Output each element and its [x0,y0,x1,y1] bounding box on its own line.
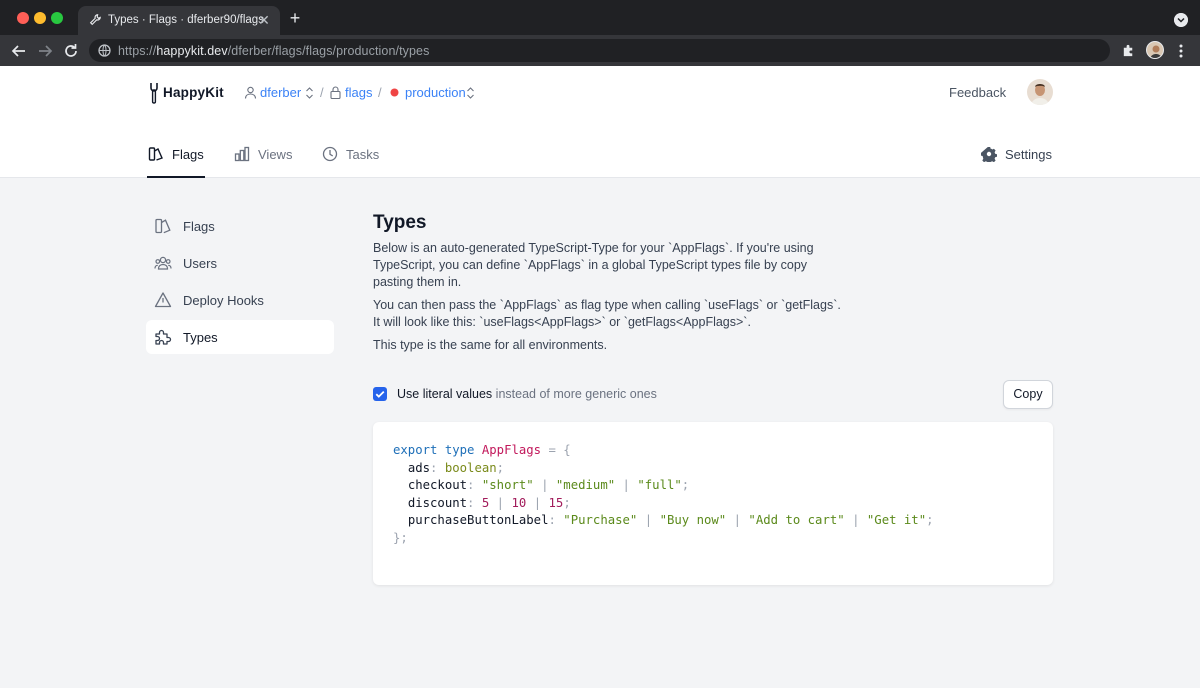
description-paragraph-line: pasting them in. [373,275,462,289]
lock-icon [330,86,341,99]
browser-tab-title: Types · Flags · dferber90/flags [108,14,264,26]
sidebar-item-label: Users [183,256,217,271]
back-arrow-icon[interactable] [9,41,29,61]
puzzle-icon [155,329,172,345]
clock-icon [322,146,338,162]
literal-values-label-rest: instead of more generic ones [492,387,657,401]
browser-toolbar: https://happykit.dev/dferber/flags/flags… [0,35,1200,66]
forward-arrow-icon[interactable] [35,41,55,61]
sidebar-item-label: Types [183,330,218,345]
profile-face-icon [1150,45,1162,58]
sidebar-item-types[interactable]: Types [146,320,334,354]
browser-titlebar: Types · Flags · dferber90/flags ✕ + [0,0,1200,35]
checkmark-icon [375,390,385,398]
sidebar-item-flags[interactable]: Flags [146,209,334,243]
new-tab-button[interactable]: + [286,9,304,27]
url-text: https://happykit.dev/dferber/flags/flags… [118,44,430,58]
tab-views[interactable]: Views [234,132,294,178]
environment-selector-chevron-icon[interactable] [466,86,475,100]
breadcrumb-owner[interactable]: dferber [260,85,301,100]
breadcrumb-environment[interactable]: production [405,85,466,100]
sidebar-item-deploy-hooks[interactable]: Deploy Hooks [146,283,334,317]
extensions-puzzle-icon[interactable] [1121,43,1136,58]
usage-paragraph-line: You can then pass the `AppFlags` as flag… [373,298,841,312]
breadcrumb-separator: / [378,85,382,100]
window-close-button[interactable] [17,12,29,24]
tab-tasks-label: Tasks [346,147,380,162]
flags-icon [155,218,171,234]
close-tab-icon[interactable]: ✕ [256,12,272,28]
description-paragraph-line: Below is an auto-generated TypeScript-Ty… [373,241,814,255]
warning-triangle-icon [154,292,172,308]
environment-note: This type is the same for all environmen… [373,338,608,352]
literal-values-checkbox[interactable] [373,387,387,401]
tab-flags-label: Flags [172,147,204,162]
type-definition-code: export type AppFlags = { ads: boolean; c… [393,443,934,545]
window-minimize-button[interactable] [34,12,46,24]
code-block[interactable]: export type AppFlags = { ads: boolean; c… [373,422,1053,585]
tab-tasks[interactable]: Tasks [322,132,382,178]
sidebar-item-users[interactable]: Users [146,246,334,280]
sidebar-item-label: Flags [183,219,215,234]
page-title: Types [373,212,427,233]
user-avatar[interactable] [1027,79,1053,105]
literal-values-label-strong: Use literal values [397,387,493,401]
avatar-face-icon [1031,84,1049,105]
sidebar-item-label: Deploy Hooks [183,293,264,308]
tab-settings-label: Settings [1005,147,1052,162]
main-tabs: Flags Views Tasks Settings [0,132,1200,178]
tab-settings[interactable]: Settings [981,132,1053,178]
logo-text: HappyKit [163,85,224,100]
flags-icon [148,147,163,161]
address-bar[interactable]: https://happykit.dev/dferber/flags/flags… [89,39,1110,62]
breadcrumb-project[interactable]: flags [345,85,372,100]
description-paragraph-line: TypeScript, you can define `AppFlags` in… [373,258,808,272]
bar-chart-icon [234,146,250,162]
users-icon [154,256,172,270]
gear-icon [981,147,997,162]
browser-menu-icon[interactable] [1176,43,1186,59]
tab-flags[interactable]: Flags [147,132,205,178]
owner-selector-chevron-icon[interactable] [305,86,314,100]
browser-tab[interactable]: Types · Flags · dferber90/flags ✕ [78,6,280,35]
window-zoom-button[interactable] [51,12,63,24]
literal-values-label[interactable]: Use literal values instead of more gener… [397,387,657,401]
reload-icon[interactable] [61,41,81,61]
tab-views-label: Views [258,147,293,162]
feedback-button[interactable]: Feedback [949,85,1006,100]
user-icon [244,86,257,99]
environment-status-dot-icon [390,88,399,97]
wrench-icon [89,14,101,26]
breadcrumb-separator: / [320,85,324,100]
tab-search-icon[interactable] [1174,13,1188,27]
copy-button[interactable]: Copy [1003,380,1053,409]
usage-paragraph-line: It will look like this: `useFlags<AppFla… [373,315,751,329]
app-header: HappyKit dferber / flags / production Fe… [0,66,1200,178]
site-info-icon[interactable] [98,44,111,57]
browser-profile-avatar[interactable] [1146,41,1164,59]
happykit-logo-icon [150,83,158,104]
